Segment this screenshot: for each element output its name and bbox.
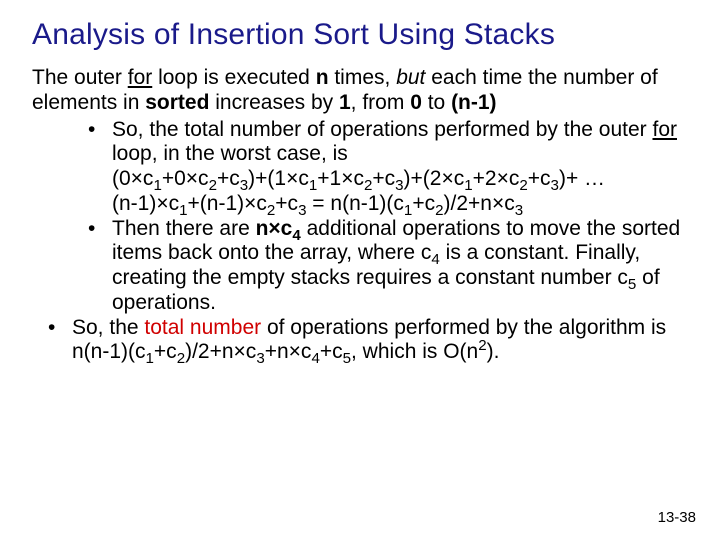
expr: +c [275, 192, 298, 215]
expr: +c [372, 167, 395, 190]
expr: (0×c [112, 167, 153, 190]
num-0: 0 [410, 91, 422, 114]
text: loop, in the worst case, is [112, 142, 348, 165]
text: Then there are [112, 217, 256, 240]
bullet-1: So, the total number of operations perfo… [88, 118, 688, 217]
sub: 3 [551, 177, 559, 194]
expr: +c [217, 167, 240, 190]
text: times, [329, 66, 397, 89]
sub: 2 [177, 351, 185, 368]
page-number: 13-38 [658, 509, 696, 526]
keyword-for: for [652, 118, 677, 141]
expr: +c [528, 167, 551, 190]
text: increases by [209, 91, 339, 114]
text: ). [487, 340, 500, 363]
expr: )+ … [559, 167, 605, 190]
expr: +c [412, 192, 435, 215]
var-sorted: sorted [145, 91, 209, 114]
text: , from [351, 91, 411, 114]
expr: )+(1×c [248, 167, 309, 190]
sub: 3 [256, 351, 264, 368]
expr: )/2+n×c [444, 192, 515, 215]
sub: 4 [311, 351, 319, 368]
text: +n×c [265, 340, 312, 363]
expr-nxc4: n×c4 [256, 217, 301, 240]
expr: +(n-1)×c [188, 192, 267, 215]
text: The outer [32, 66, 128, 89]
sup: 2 [478, 337, 486, 354]
slide-body: The outer for loop is executed n times, … [32, 66, 688, 365]
expr-n-minus-1: (n-1) [451, 91, 497, 114]
expr: = n(n-1)(c [306, 192, 403, 215]
emph-but: but [396, 66, 425, 89]
text: )/2+n×c [185, 340, 256, 363]
expr: (n-1)×c [112, 192, 179, 215]
bullet-2: Then there are n×c4 additional operation… [88, 217, 688, 316]
slide-title: Analysis of Insertion Sort Using Stacks [32, 18, 688, 52]
outer-bullet-list: So, the total number of operations perfo… [32, 316, 688, 366]
keyword-for: for [128, 66, 153, 89]
text: to [422, 91, 451, 114]
text: +c [154, 340, 177, 363]
sub: 2 [519, 177, 527, 194]
text: n×c [256, 217, 293, 240]
highlight-total: total number [144, 316, 261, 339]
text: So, the [72, 316, 144, 339]
sub: 1 [146, 351, 154, 368]
inner-bullet-list: So, the total number of operations perfo… [32, 118, 688, 316]
sub: 5 [343, 351, 351, 368]
intro-paragraph: The outer for loop is executed n times, … [32, 66, 688, 116]
expr: +2×c [473, 167, 520, 190]
slide: Analysis of Insertion Sort Using Stacks … [0, 0, 720, 540]
text: , which is O(n [351, 340, 478, 363]
expr: +1×c [317, 167, 364, 190]
num-1: 1 [339, 91, 351, 114]
text: loop is executed [152, 66, 315, 89]
text: +c [320, 340, 343, 363]
var-n: n [316, 66, 329, 89]
text: So, the total number of operations perfo… [112, 118, 652, 141]
expr: )+(2×c [404, 167, 465, 190]
bullet-3: So, the total number of operations perfo… [48, 316, 688, 366]
expr: +0×c [162, 167, 209, 190]
